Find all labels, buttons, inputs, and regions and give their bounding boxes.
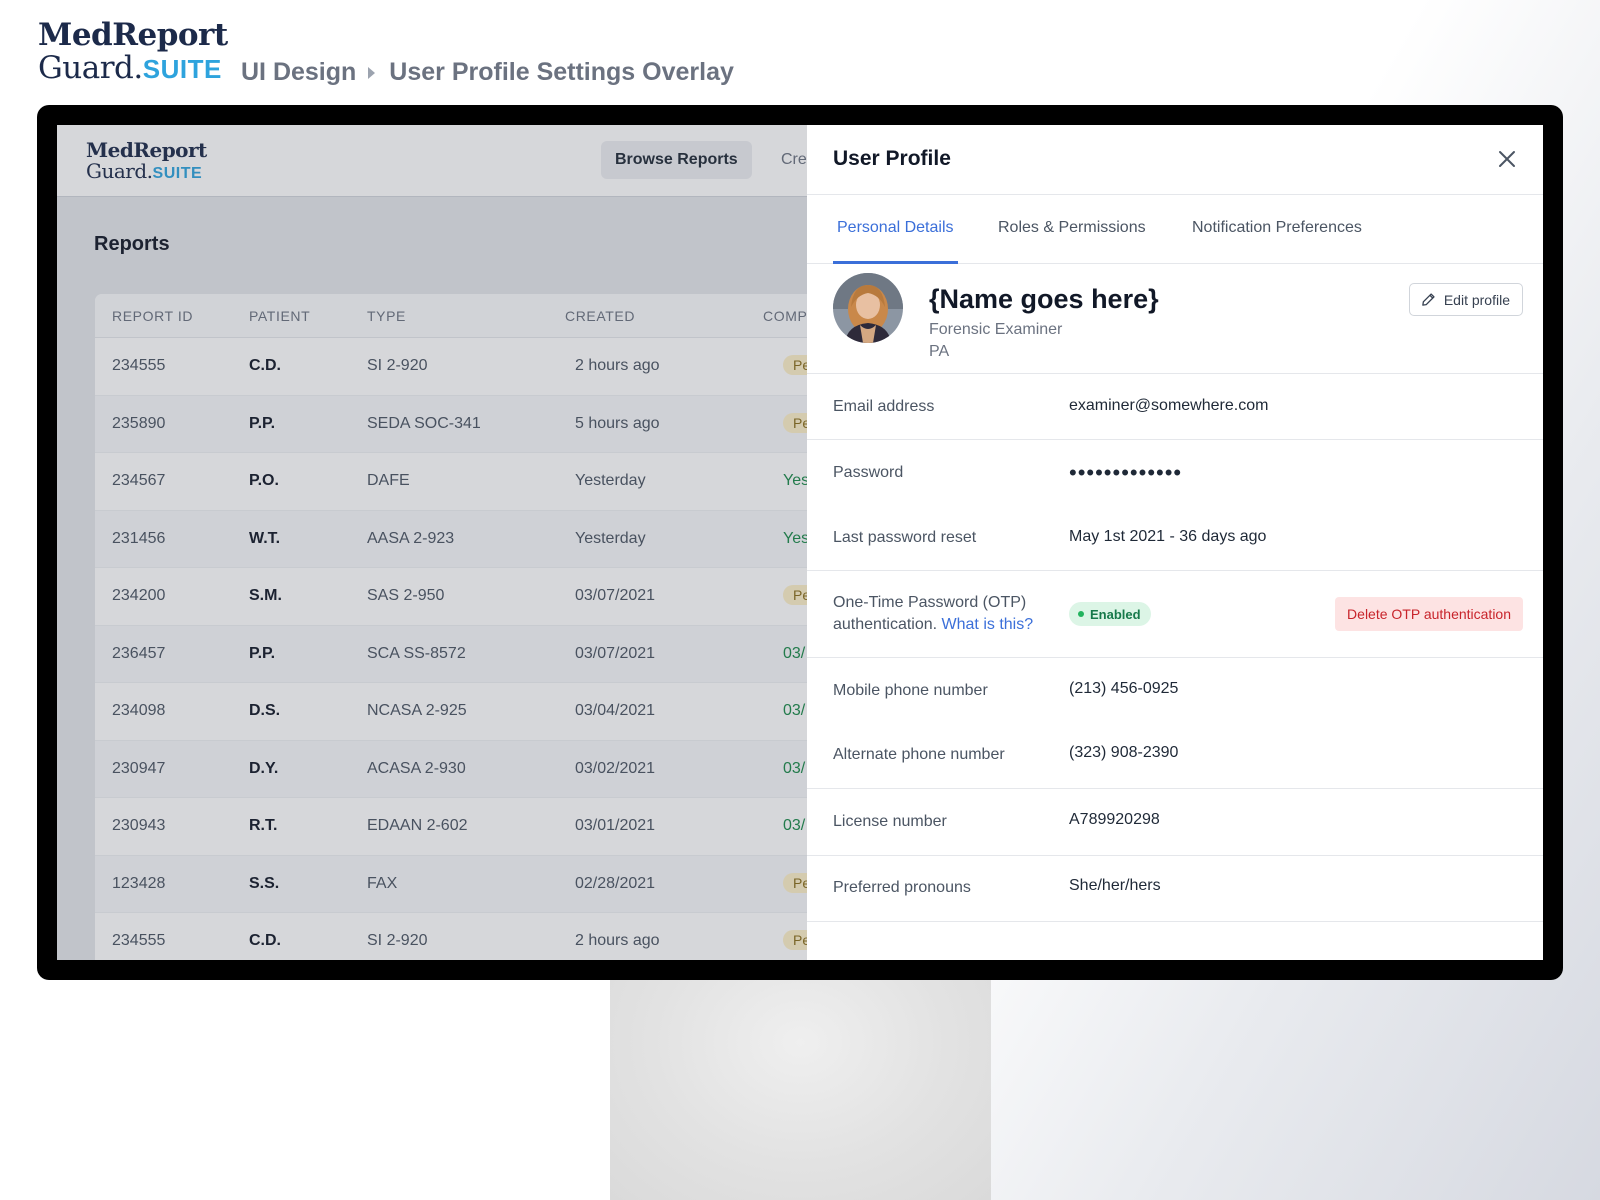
profile-fields: Email address examiner@somewhere.com Pas…	[807, 374, 1543, 922]
brand-logo-line1: MedReport	[38, 17, 228, 53]
profile-location: PA	[929, 343, 950, 360]
status-dot-icon	[1078, 611, 1084, 617]
last-reset-label: Last password reset	[833, 529, 977, 546]
breadcrumb: UI Design User Profile Settings Overlay	[241, 58, 734, 87]
pronouns-row: Preferred pronouns She/her/hers	[807, 856, 1543, 922]
monitor-stand	[610, 975, 991, 1200]
panel-header: User Profile	[807, 125, 1543, 195]
email-label: Email address	[833, 398, 935, 415]
last-reset-row: Last password reset May 1st 2021 - 36 da…	[807, 506, 1543, 571]
password-row: Password •••••••••••••	[807, 440, 1543, 506]
alt-phone-label: Alternate phone number	[833, 746, 1005, 763]
edit-profile-label: Edit profile	[1443, 291, 1510, 308]
edit-profile-button[interactable]: Edit profile	[1408, 283, 1523, 316]
otp-status-badge: Enabled	[1069, 602, 1151, 626]
otp-label-line2: authentication.	[833, 616, 938, 633]
mobile-row: Mobile phone number (213) 456-0925	[807, 658, 1543, 723]
profile-name: {Name goes here}	[929, 284, 1159, 314]
delete-otp-button[interactable]: Delete OTP authentication	[1335, 597, 1523, 631]
password-value: •••••••••••••	[1069, 460, 1183, 485]
email-value: examiner@somewhere.com	[1069, 397, 1269, 414]
app-screen: MedReport Guard.SUITE Browse Reports Cre…	[57, 125, 1543, 960]
close-button[interactable]	[1491, 143, 1523, 175]
breadcrumb-item-current: User Profile Settings Overlay	[389, 58, 734, 86]
otp-label-line1: One-Time Password (OTP)	[833, 594, 1027, 611]
brand-logo: MedReport Guard.SUITE	[38, 20, 228, 84]
brand-logo-line2: Guard.SUITE	[38, 53, 228, 84]
license-value: A789920298	[1069, 811, 1160, 828]
last-reset-value: May 1st 2021 - 36 days ago	[1069, 528, 1267, 545]
user-profile-panel: User Profile Personal Details Roles & Pe…	[807, 125, 1543, 960]
otp-help-link[interactable]: What is this?	[942, 616, 1034, 633]
otp-label: One-Time Password (OTP) authentication. …	[833, 592, 1033, 636]
breadcrumb-item-ui-design: UI Design	[241, 58, 357, 86]
panel-tabs: Personal Details Roles & Permissions Not…	[807, 195, 1543, 264]
brand-logo-guard: Guard.	[38, 50, 143, 86]
chevron-right-icon	[368, 66, 376, 79]
pronouns-label: Preferred pronouns	[833, 879, 971, 896]
profile-role: Forensic Examiner	[929, 321, 1063, 338]
license-label: License number	[833, 813, 947, 830]
otp-row: One-Time Password (OTP) authentication. …	[807, 571, 1543, 658]
otp-status-label: Enabled	[1090, 606, 1141, 622]
close-icon	[1499, 151, 1515, 167]
email-row: Email address examiner@somewhere.com	[807, 374, 1543, 440]
panel-title: User Profile	[833, 147, 951, 170]
avatar	[833, 273, 903, 343]
mobile-label: Mobile phone number	[833, 682, 988, 699]
pencil-icon	[1422, 293, 1435, 306]
password-label: Password	[833, 464, 904, 481]
pronouns-value: She/her/hers	[1069, 877, 1161, 894]
tab-roles-permissions[interactable]: Roles & Permissions	[994, 195, 1150, 264]
alt-phone-row: Alternate phone number (323) 908-2390	[807, 723, 1543, 789]
tab-notification-preferences[interactable]: Notification Preferences	[1188, 195, 1366, 264]
tab-personal-details[interactable]: Personal Details	[833, 195, 958, 264]
brand-logo-suite: SUITE	[142, 54, 222, 84]
license-row: License number A789920298	[807, 789, 1543, 856]
mobile-value: (213) 456-0925	[1069, 680, 1179, 697]
profile-summary: {Name goes here} Forensic Examiner PA Ed…	[807, 264, 1543, 374]
alt-phone-value: (323) 908-2390	[1069, 744, 1179, 761]
